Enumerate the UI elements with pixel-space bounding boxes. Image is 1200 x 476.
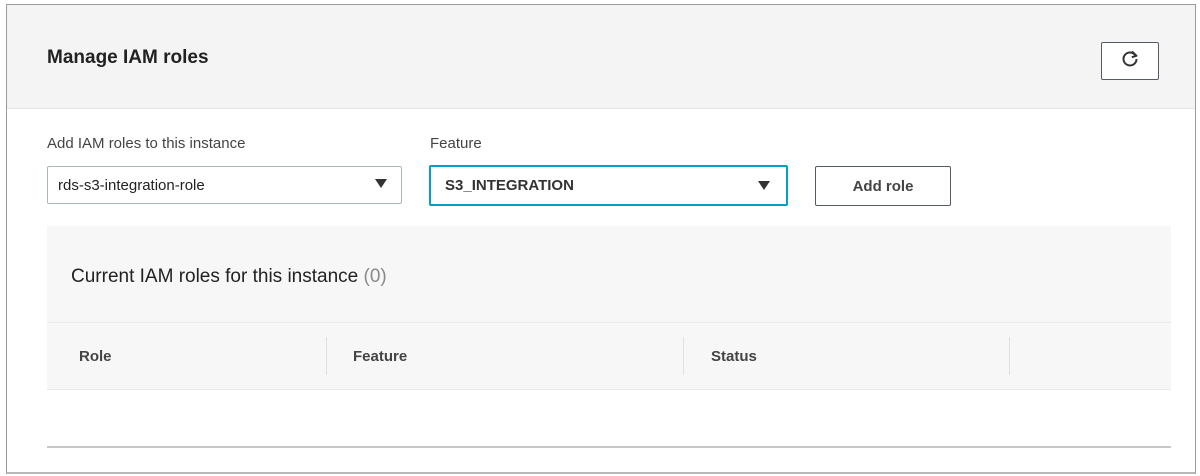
column-divider [1009, 337, 1010, 375]
table-count: (0) [363, 266, 387, 287]
panel-title: Manage IAM roles [47, 47, 209, 68]
column-divider [326, 337, 327, 375]
feature-select-label: Feature [430, 135, 482, 152]
refresh-icon [1120, 49, 1140, 74]
feature-select[interactable]: S3_INTEGRATION [429, 165, 788, 206]
column-header-role[interactable]: Role [79, 323, 112, 389]
refresh-button[interactable] [1101, 42, 1159, 80]
manage-iam-roles-panel: Manage IAM roles Add IAM roles to this i… [6, 4, 1196, 474]
current-roles-table: Current IAM roles for this instance (0) … [47, 226, 1171, 448]
panel-header: Manage IAM roles [7, 5, 1195, 109]
table-column-headers: Role Feature Status [47, 322, 1171, 390]
table-header-area: Current IAM roles for this instance (0) … [47, 226, 1171, 390]
table-title: Current IAM roles for this instance (0) [71, 266, 387, 288]
column-divider [683, 337, 684, 375]
add-role-button[interactable]: Add role [815, 166, 951, 206]
table-title-text: Current IAM roles for this instance [71, 266, 359, 287]
chevron-down-icon [758, 181, 770, 190]
chevron-down-icon [375, 179, 387, 188]
role-select-label: Add IAM roles to this instance [47, 135, 246, 152]
role-select[interactable]: rds-s3-integration-role [47, 166, 402, 204]
role-select-value: rds-s3-integration-role [58, 176, 205, 194]
column-header-status[interactable]: Status [711, 323, 757, 389]
feature-select-value: S3_INTEGRATION [445, 177, 574, 194]
column-header-feature[interactable]: Feature [353, 323, 407, 389]
